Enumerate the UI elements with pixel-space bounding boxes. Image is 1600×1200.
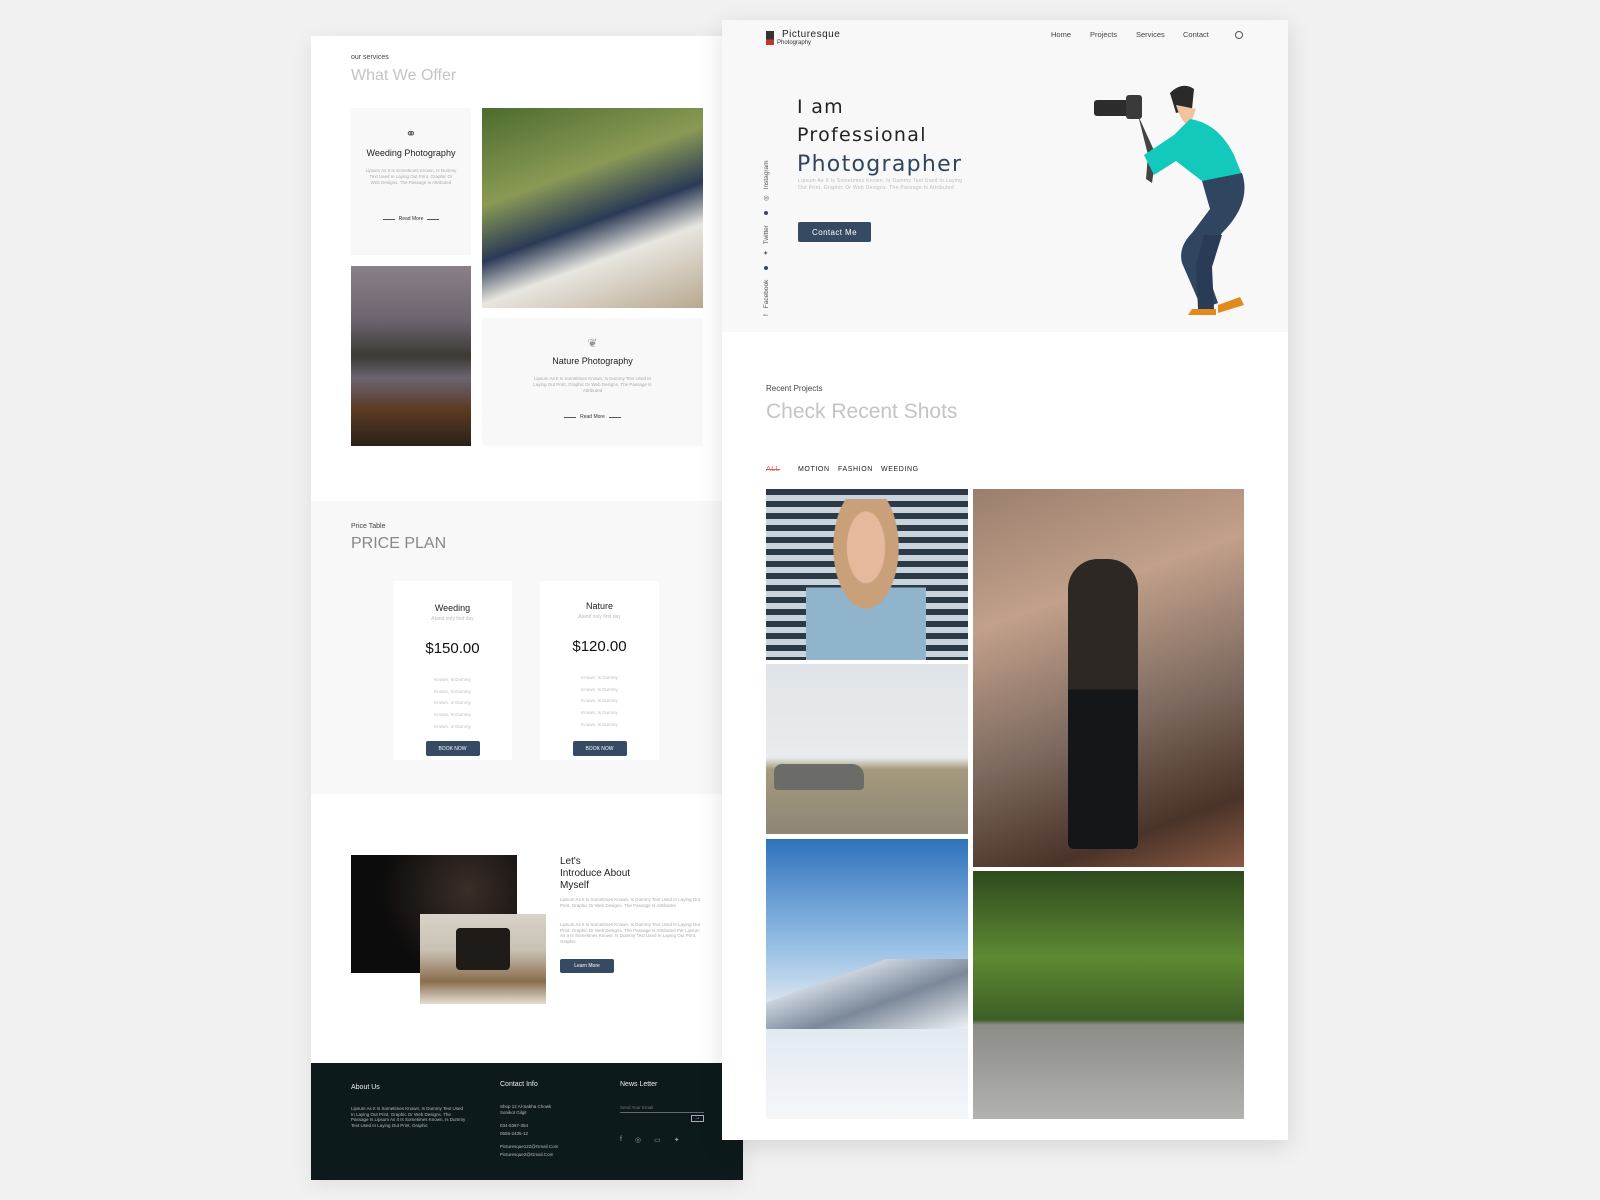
hero-heading: I am Professional Photographer — [797, 93, 962, 181]
brand-name[interactable]: Picturesque — [782, 29, 840, 40]
projects-title: Check Recent Shots — [766, 400, 958, 423]
hero-line: Photographer — [797, 152, 963, 177]
search-icon[interactable] — [1235, 31, 1243, 39]
plan-price: $150.00 — [425, 640, 480, 657]
footer: About Us Lipsum As It Is Sometimes Known… — [311, 1063, 743, 1180]
about-title-line: Let's — [560, 856, 581, 867]
gallery-portrait-photo[interactable] — [766, 489, 968, 660]
hero-text: Lipsum As It Is Sometimes Known, Is Dumm… — [798, 178, 963, 191]
camera-photo — [420, 914, 546, 1004]
contact-me-button[interactable]: Contact Me — [798, 222, 871, 242]
rings-icon: ⚭ — [405, 126, 417, 141]
social-instagram[interactable]: Instagram — [763, 160, 770, 189]
footer-newsletter-title: News Letter — [620, 1081, 658, 1088]
price-title: PRICE PLAN — [351, 535, 447, 552]
social-facebook[interactable]: Facebook — [763, 280, 770, 309]
youtube-icon[interactable]: ▭ — [654, 1136, 661, 1144]
instagram-icon: ◎ — [763, 195, 770, 202]
footer-email: Picturesque122@Gmail.Com — [500, 1144, 559, 1149]
footer-email: Picturesque2@Gmail.Com — [500, 1152, 554, 1157]
book-now-button[interactable]: BOOK NOW — [572, 741, 627, 757]
dot-divider — [764, 211, 768, 216]
leaf-icon: ❦ — [587, 336, 598, 350]
filter-motion[interactable]: MOTION — [798, 466, 830, 473]
filter-weeding[interactable]: WEEDING — [881, 466, 919, 473]
service-card-wedding: ⚭ Weeding Photography Lipsum As It Is So… — [351, 108, 471, 255]
wedding-photo — [482, 108, 703, 308]
newsletter-submit-arrow-icon[interactable]: → — [691, 1115, 704, 1122]
brand-sub: Photography — [777, 40, 812, 46]
social-twitter[interactable]: Twitter — [763, 225, 770, 244]
about-text-2: Lipsum As It Is Sometimes Known, Is Dumm… — [560, 922, 700, 944]
plan-sub: Atand only first day — [431, 616, 474, 622]
about-title-line: Myself — [560, 880, 589, 891]
gallery-forest-road-photo[interactable] — [973, 871, 1244, 1119]
photographer-illustration — [1094, 85, 1245, 315]
read-more-link[interactable]: Read More — [482, 414, 703, 420]
service-title: Weeding Photography — [366, 148, 456, 158]
footer-about-title: About Us — [351, 1084, 380, 1091]
instagram-icon[interactable]: ◎ — [635, 1136, 641, 1144]
gallery-photographer-photo[interactable] — [973, 489, 1244, 867]
projects-eyebrow: Recent Projects — [766, 384, 823, 393]
footer-contact-title: Contact Info — [500, 1081, 538, 1088]
plan-feature: Known, Is Dummy — [581, 698, 618, 704]
price-card-nature: Nature Atand only first day $120.00 Know… — [540, 581, 659, 760]
hero-line: I am — [797, 96, 844, 118]
nav-projects[interactable]: Projects — [1090, 30, 1117, 39]
service-title: Nature Photography — [552, 356, 633, 366]
hero-line: Professional — [797, 124, 927, 146]
nav-contact[interactable]: Contact — [1183, 30, 1209, 39]
plan-feature: Known, Is Dummy — [434, 677, 471, 682]
nav-services[interactable]: Services — [1136, 30, 1165, 39]
home-page: Picturesque Photography Home Projects Se… — [722, 20, 1288, 1140]
footer-phone: 034-5367-354 — [500, 1123, 529, 1128]
gallery-car-photo[interactable] — [766, 664, 968, 834]
filter-fashion[interactable]: FASHION — [838, 466, 873, 473]
footer-phone: 0555-2435-12 — [500, 1131, 529, 1136]
logo-camera-icon — [766, 31, 774, 45]
plan-feature: Known, Is Dummy — [434, 700, 471, 706]
gallery-ski-photo[interactable] — [766, 839, 968, 1119]
plan-feature: Known, Is Dummy — [581, 675, 618, 680]
plan-name: Nature — [585, 601, 613, 611]
about-title-line: Introduce About — [560, 868, 631, 879]
plan-name: Weeding — [434, 603, 471, 613]
twitter-icon[interactable]: ✦ — [674, 1136, 680, 1144]
plan-sub: Atand only first day — [578, 614, 621, 620]
service-text: Lipsum As It Is Sometimes Known, Is Dumm… — [365, 168, 457, 185]
book-now-button[interactable]: BOOK NOW — [425, 741, 480, 757]
facebook-icon: f — [762, 314, 770, 316]
plan-feature: Known, Is Dummy — [434, 688, 471, 694]
hero-social-links: f Facebook ✦ Twitter ◎ Instagram — [762, 160, 771, 316]
twitter-icon: ✦ — [763, 250, 770, 256]
learn-more-button[interactable]: Learn More — [560, 959, 614, 973]
filter-all[interactable]: ALL — [766, 466, 780, 473]
footer-socials: f ◎ ▭ ✦ — [620, 1136, 680, 1144]
plan-price: $120.00 — [572, 638, 627, 655]
facebook-icon[interactable]: f — [620, 1136, 622, 1144]
footer-address: Shop 12 Al-Sabha Chowk Sonikot Gilgit — [500, 1104, 552, 1115]
price-section: Price Table PRICE PLAN Weeding Atand onl… — [311, 501, 743, 794]
plan-feature: Known, Is Dummy — [581, 710, 618, 716]
newsletter-email-input[interactable] — [620, 1103, 704, 1113]
dot-divider — [764, 265, 768, 270]
plan-feature: Known, Is Dummy — [581, 686, 618, 692]
footer-about-text: Lipsum As It Is Sometimes Known, Is Dumm… — [351, 1106, 466, 1128]
price-eyebrow: Price Table — [351, 523, 386, 530]
services-eyebrow: our services — [351, 54, 389, 61]
plan-feature: Known, Is Dummy — [434, 712, 471, 718]
services-page: our services What We Offer ⚭ Weeding Pho… — [311, 36, 743, 1180]
service-text: Lipsum As It Is Sometimes Known, Is Dumm… — [533, 376, 652, 393]
read-more-link[interactable]: Read More — [351, 216, 471, 222]
price-card-wedding: Weeding Atand only first day $150.00 Kno… — [393, 581, 512, 760]
services-title: What We Offer — [351, 67, 457, 84]
lake-boat-photo — [351, 266, 471, 446]
plan-feature: Known, Is Dummy — [434, 723, 471, 729]
about-text-1: Lipsum As It Is Sometimes Known, Is Dumm… — [560, 897, 700, 908]
service-card-nature: ❦ Nature Photography Lipsum As It Is Som… — [482, 318, 703, 446]
about-title: Let's Introduce About Myself — [560, 856, 630, 892]
plan-feature: Known, Is Dummy — [581, 721, 618, 727]
nav-home[interactable]: Home — [1051, 30, 1071, 39]
